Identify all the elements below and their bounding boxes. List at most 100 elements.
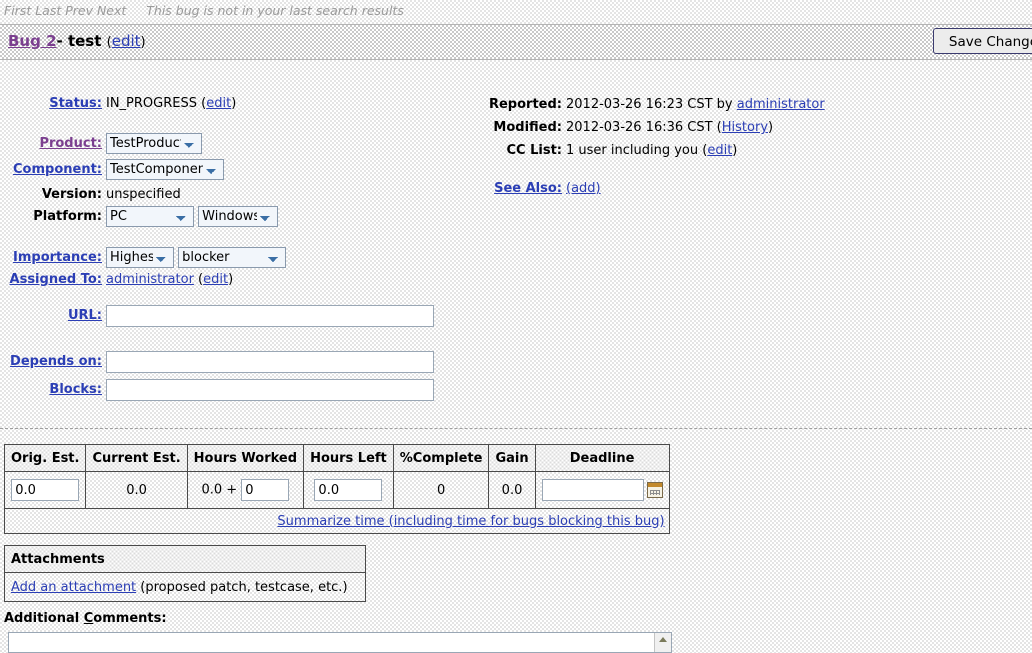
table-header-row: Orig. Est. Current Est. Hours Worked Hou… xyxy=(3,444,670,472)
field-row-version: Version: unspecified xyxy=(4,187,181,204)
bug-summary-edit: ((edit)edit) xyxy=(106,32,146,50)
add-attachment-note: (proposed patch, testcase, etc.) xyxy=(136,579,348,595)
field-row-component: Component: TestComponent xyxy=(4,159,224,180)
platform-value: PC Windows xyxy=(106,206,279,227)
assigned-to-edit-link[interactable]: edit xyxy=(203,272,228,287)
reported-date: 2012-03-26 16:23 CST by xyxy=(566,97,737,112)
product-label-link[interactable]: Product: xyxy=(39,136,102,151)
attachments-table: Attachments Add an attachment (proposed … xyxy=(4,545,366,602)
version-value: unspecified xyxy=(106,187,181,202)
deadline-input[interactable] xyxy=(541,479,644,501)
page-title: Bug 2- test ((edit)edit) xyxy=(8,32,146,50)
attachments-section: Attachments Add an attachment (proposed … xyxy=(4,545,366,602)
os-select[interactable]: Windows xyxy=(198,206,279,227)
cc-list-edit-link[interactable]: edit xyxy=(707,143,732,158)
depends-on-value xyxy=(106,351,434,373)
field-row-assigned-to: Assigned To: administrator (edit) xyxy=(4,272,234,289)
reporter-link[interactable]: administrator xyxy=(737,97,825,112)
bug-id-link[interactable]: Bug 2 xyxy=(8,32,57,50)
blocks-label: Blocks: xyxy=(4,382,102,398)
status-value: IN_PROGRESS (edit) xyxy=(106,96,237,111)
cc-list-count: 1 user including you ( xyxy=(566,143,708,158)
importance-label: Importance: xyxy=(4,250,102,266)
cell-hours-left xyxy=(303,471,394,509)
hours-worked-static: 0.0 + xyxy=(201,482,238,498)
time-tracking-table: Orig. Est. Current Est. Hours Worked Hou… xyxy=(3,444,670,534)
depends-on-input[interactable] xyxy=(106,351,434,373)
assigned-to-value: administrator (edit) xyxy=(106,272,234,287)
cell-current-est: 0.0 xyxy=(85,471,188,509)
field-row-importance: Importance: Highest blocker xyxy=(4,247,287,268)
assignee-link[interactable]: administrator xyxy=(106,272,194,287)
cell-percent-complete: 0 xyxy=(392,471,490,509)
component-label-link[interactable]: Component: xyxy=(13,162,102,177)
assigned-to-label: Assigned To: xyxy=(4,272,102,288)
header-hours-left: Hours Left xyxy=(303,444,394,472)
status-text: IN_PROGRESS xyxy=(106,96,197,111)
reported-label: Reported: xyxy=(488,97,562,112)
priority-select[interactable]: Highest xyxy=(106,247,174,268)
component-value: TestComponent xyxy=(106,159,224,180)
scroll-up-arrow-icon[interactable] xyxy=(659,637,667,642)
time-tracking-section: Orig. Est. Current Est. Hours Worked Hou… xyxy=(3,444,670,534)
product-value: TestProduct xyxy=(106,133,202,154)
see-also-label-link[interactable]: See Also: xyxy=(494,181,562,196)
attachments-body-row: Add an attachment (proposed patch, testc… xyxy=(4,572,366,602)
header-hours-worked: Hours Worked xyxy=(186,444,305,472)
product-select[interactable]: TestProduct xyxy=(106,133,202,154)
orig-est-input[interactable] xyxy=(11,479,80,501)
bug-edit-link[interactable]: edit xyxy=(112,32,141,50)
header-orig-est: Orig. Est. xyxy=(3,444,87,472)
url-input[interactable] xyxy=(106,305,434,327)
url-label: URL: xyxy=(4,308,102,324)
depends-on-label-link[interactable]: Depends on: xyxy=(10,354,102,369)
severity-select[interactable]: blocker xyxy=(178,247,287,268)
field-row-platform: Platform: PC Windows xyxy=(4,206,279,227)
comments-label-accesskey: C xyxy=(83,611,94,626)
add-attachment-link[interactable]: Add an attachment xyxy=(11,580,136,595)
bug-summary: - test xyxy=(56,32,102,50)
textarea-scrollbar[interactable] xyxy=(654,633,671,652)
see-also-add-link[interactable]: (add) xyxy=(566,181,601,196)
save-changes-button[interactable]: Save Changes xyxy=(933,28,1032,54)
summarize-time-link[interactable]: Summarize time (including time for bugs … xyxy=(277,514,664,529)
field-row-url: URL: xyxy=(4,305,434,327)
modified-date: 2012-03-26 16:36 CST ( xyxy=(566,120,722,135)
status-edit-link[interactable]: edit xyxy=(206,96,231,111)
importance-label-link[interactable]: Importance: xyxy=(13,250,102,265)
status-label-link[interactable]: Status: xyxy=(49,96,102,111)
modified-label: Modified: xyxy=(493,120,562,135)
blocks-input[interactable] xyxy=(106,379,434,401)
history-link[interactable]: History xyxy=(722,120,768,135)
cell-deadline xyxy=(534,471,670,509)
modified-value: 2012-03-26 16:36 CST (History) xyxy=(566,120,773,136)
hours-left-input[interactable] xyxy=(314,479,383,501)
component-select[interactable]: TestComponent xyxy=(106,159,224,180)
platform-label: Platform: xyxy=(33,208,102,224)
summarize-time-cell: Summarize time (including time for bugs … xyxy=(4,508,670,534)
comments-label-prefix: Additional xyxy=(4,611,84,626)
url-label-link[interactable]: URL: xyxy=(68,308,102,323)
hours-worked-input[interactable] xyxy=(241,479,290,501)
nav-links[interactable]: First Last Prev Next xyxy=(4,3,126,18)
additional-comments-textarea-wrapper[interactable] xyxy=(8,632,672,653)
attachments-header: Attachments xyxy=(4,545,366,573)
search-results-note: This bug is not in your last search resu… xyxy=(146,3,404,18)
comments-label-suffix: omments: xyxy=(93,611,167,626)
field-row-see-also: See Also: (add) xyxy=(474,181,601,198)
cc-list-suffix: ) xyxy=(732,143,738,158)
field-row-blocks: Blocks: xyxy=(4,379,434,401)
depends-on-label: Depends on: xyxy=(4,354,102,370)
bug-title-bar: Bug 2- test ((edit)edit) Save Changes xyxy=(0,24,1032,60)
importance-value: Highest blocker xyxy=(106,247,287,268)
reported-value: 2012-03-26 16:23 CST by administrator xyxy=(566,97,825,113)
version-label: Version: xyxy=(41,187,102,202)
see-also-label: See Also: xyxy=(474,181,562,197)
blocks-label-link[interactable]: Blocks: xyxy=(49,382,102,397)
hardware-select[interactable]: PC xyxy=(106,206,194,227)
assigned-to-label-link[interactable]: Assigned To: xyxy=(10,272,102,287)
component-label: Component: xyxy=(4,162,102,178)
calendar-icon[interactable] xyxy=(646,482,663,498)
field-row-cc-list: CC List: 1 user including you (edit) xyxy=(474,143,738,160)
cell-gain: 0.0 xyxy=(488,471,536,509)
